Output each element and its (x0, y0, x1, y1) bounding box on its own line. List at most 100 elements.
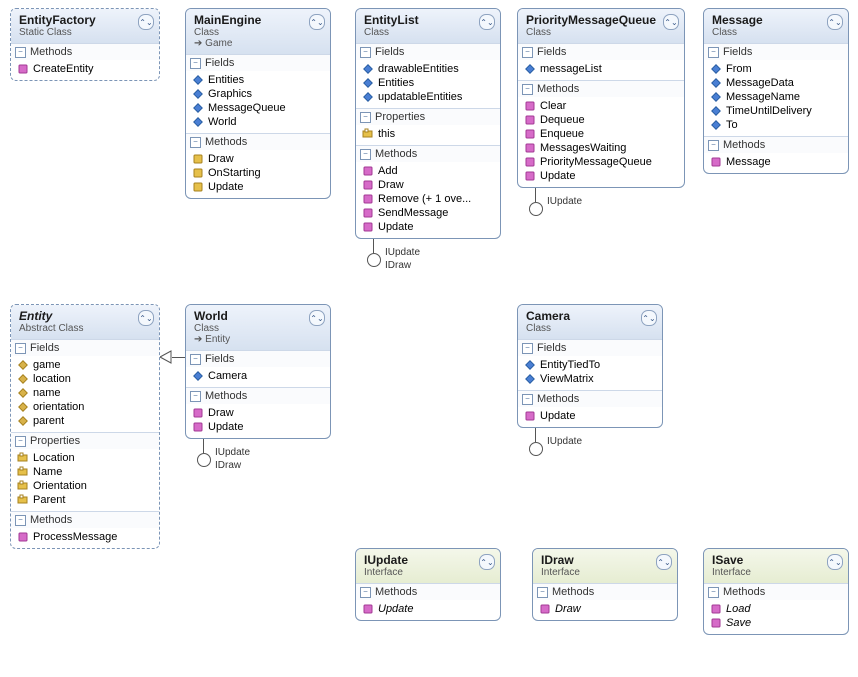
member-item[interactable]: Draw (186, 406, 330, 420)
member-item[interactable]: Location (11, 451, 159, 465)
class-world[interactable]: WorldClass➔ Entity⌃⌄−FieldsCamera−Method… (185, 304, 331, 439)
collapse-icon[interactable]: ⌃⌄ (663, 14, 679, 30)
section-toggle-icon[interactable]: − (708, 140, 719, 151)
section-toggle-icon[interactable]: − (360, 149, 371, 160)
collapse-icon[interactable]: ⌃⌄ (656, 554, 672, 570)
class-message[interactable]: MessageClass⌃⌄−FieldsFromMessageDataMess… (703, 8, 849, 174)
collapse-icon[interactable]: ⌃⌄ (827, 14, 843, 30)
member-item[interactable]: Parent (11, 493, 159, 507)
section-header-methods[interactable]: −Methods (518, 80, 684, 97)
section-toggle-icon[interactable]: − (15, 436, 26, 447)
collapse-icon[interactable]: ⌃⌄ (138, 310, 154, 326)
member-item[interactable]: Remove (+ 1 ove... (356, 192, 500, 206)
section-toggle-icon[interactable]: − (708, 47, 719, 58)
member-item[interactable]: Message (704, 155, 848, 169)
section-header-fields[interactable]: −Fields (356, 43, 500, 60)
member-item[interactable]: MessageName (704, 90, 848, 104)
member-item[interactable]: Dequeue (518, 113, 684, 127)
section-toggle-icon[interactable]: − (537, 587, 548, 598)
collapse-icon[interactable]: ⌃⌄ (827, 554, 843, 570)
section-toggle-icon[interactable]: − (190, 354, 201, 365)
member-item[interactable]: Entities (186, 73, 330, 87)
section-toggle-icon[interactable]: − (522, 84, 533, 95)
member-item[interactable]: MessagesWaiting (518, 141, 684, 155)
section-toggle-icon[interactable]: − (360, 47, 371, 58)
class-prioritymessagequeue[interactable]: PriorityMessageQueueClass⌃⌄−Fieldsmessag… (517, 8, 685, 188)
class-mainengine[interactable]: MainEngineClass➔ Game⌃⌄−FieldsEntitiesGr… (185, 8, 331, 199)
section-toggle-icon[interactable]: − (15, 47, 26, 58)
collapse-icon[interactable]: ⌃⌄ (309, 310, 325, 326)
member-item[interactable]: World (186, 115, 330, 129)
section-header-properties[interactable]: −Properties (356, 108, 500, 125)
member-item[interactable]: Orientation (11, 479, 159, 493)
section-toggle-icon[interactable]: − (15, 515, 26, 526)
member-item[interactable]: updatableEntities (356, 90, 500, 104)
member-item[interactable]: Name (11, 465, 159, 479)
section-header-methods[interactable]: −Methods (186, 387, 330, 404)
member-item[interactable]: PriorityMessageQueue (518, 155, 684, 169)
collapse-icon[interactable]: ⌃⌄ (479, 554, 495, 570)
collapse-icon[interactable]: ⌃⌄ (479, 14, 495, 30)
collapse-icon[interactable]: ⌃⌄ (641, 310, 657, 326)
member-item[interactable]: Camera (186, 369, 330, 383)
member-item[interactable]: Load (704, 602, 848, 616)
member-item[interactable]: CreateEntity (11, 62, 159, 76)
member-item[interactable]: Graphics (186, 87, 330, 101)
member-item[interactable]: Save (704, 616, 848, 630)
member-item[interactable]: Entities (356, 76, 500, 90)
member-item[interactable]: ViewMatrix (518, 372, 662, 386)
member-item[interactable]: From (704, 62, 848, 76)
member-item[interactable]: name (11, 386, 159, 400)
section-header-methods[interactable]: −Methods (11, 511, 159, 528)
section-header-methods[interactable]: −Methods (356, 583, 500, 600)
member-item[interactable]: parent (11, 414, 159, 428)
interface-idraw[interactable]: IDrawInterface⌃⌄−MethodsDraw (532, 548, 678, 621)
member-item[interactable]: Update (186, 180, 330, 194)
section-header-methods[interactable]: −Methods (186, 133, 330, 150)
class-entity[interactable]: EntityAbstract Class⌃⌄−Fieldsgamelocatio… (10, 304, 160, 549)
member-item[interactable]: Clear (518, 99, 684, 113)
section-toggle-icon[interactable]: − (708, 587, 719, 598)
section-header-methods[interactable]: −Methods (518, 390, 662, 407)
section-header-fields[interactable]: −Fields (186, 54, 330, 71)
member-item[interactable]: Draw (356, 178, 500, 192)
section-toggle-icon[interactable]: − (15, 343, 26, 354)
section-header-methods[interactable]: −Methods (356, 145, 500, 162)
interface-iupdate[interactable]: IUpdateInterface⌃⌄−MethodsUpdate (355, 548, 501, 621)
section-header-methods[interactable]: −Methods (704, 583, 848, 600)
section-header-fields[interactable]: −Fields (11, 339, 159, 356)
member-item[interactable]: EntityTiedTo (518, 358, 662, 372)
section-header-properties[interactable]: −Properties (11, 432, 159, 449)
class-entityfactory[interactable]: EntityFactoryStatic Class⌃⌄−MethodsCreat… (10, 8, 160, 81)
member-item[interactable]: this (356, 127, 500, 141)
member-item[interactable]: ProcessMessage (11, 530, 159, 544)
member-item[interactable]: messageList (518, 62, 684, 76)
member-item[interactable]: OnStarting (186, 166, 330, 180)
member-item[interactable]: Update (356, 602, 500, 616)
member-item[interactable]: MessageData (704, 76, 848, 90)
class-entitylist[interactable]: EntityListClass⌃⌄−FieldsdrawableEntities… (355, 8, 501, 239)
member-item[interactable]: game (11, 358, 159, 372)
section-toggle-icon[interactable]: − (360, 587, 371, 598)
member-item[interactable]: Update (518, 169, 684, 183)
member-item[interactable]: TimeUntilDelivery (704, 104, 848, 118)
section-header-methods[interactable]: −Methods (704, 136, 848, 153)
member-item[interactable]: Draw (533, 602, 677, 616)
section-toggle-icon[interactable]: − (190, 58, 201, 69)
member-item[interactable]: Update (186, 420, 330, 434)
section-toggle-icon[interactable]: − (360, 112, 371, 123)
section-header-fields[interactable]: −Fields (518, 43, 684, 60)
collapse-icon[interactable]: ⌃⌄ (138, 14, 154, 30)
member-item[interactable]: To (704, 118, 848, 132)
member-item[interactable]: orientation (11, 400, 159, 414)
section-toggle-icon[interactable]: − (522, 394, 533, 405)
section-header-methods[interactable]: −Methods (11, 43, 159, 60)
section-toggle-icon[interactable]: − (522, 343, 533, 354)
collapse-icon[interactable]: ⌃⌄ (309, 14, 325, 30)
member-item[interactable]: Add (356, 164, 500, 178)
section-header-fields[interactable]: −Fields (704, 43, 848, 60)
section-header-fields[interactable]: −Fields (518, 339, 662, 356)
section-toggle-icon[interactable]: − (190, 137, 201, 148)
member-item[interactable]: Draw (186, 152, 330, 166)
member-item[interactable]: SendMessage (356, 206, 500, 220)
